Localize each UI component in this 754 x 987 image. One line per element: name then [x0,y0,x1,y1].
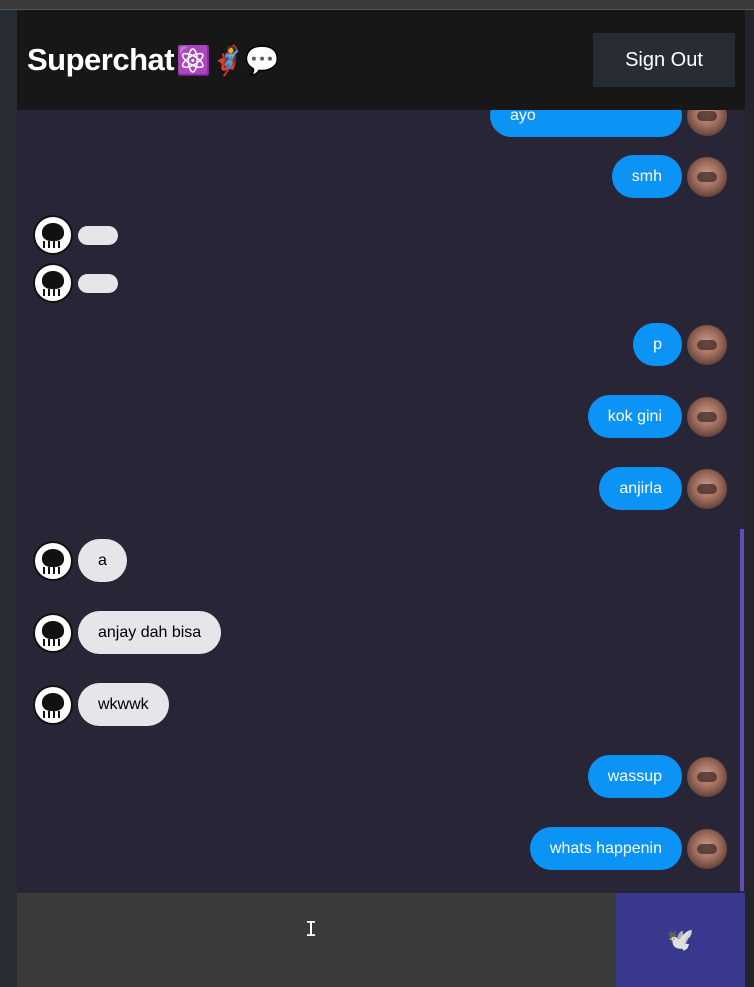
text-cursor-icon: I [305,917,318,941]
send-button[interactable]: 🕊️ [616,893,745,987]
app-title: Superchat ⚛️🦸💬 [27,42,280,78]
dove-icon: 🕊️ [666,927,695,952]
message-received [33,263,118,303]
app-header: Superchat ⚛️🦸💬 Sign Out [17,10,745,110]
skull-avatar-icon [33,612,73,653]
message-bubble: whats happenin [529,827,682,870]
user-avatar [687,156,727,197]
user-avatar [687,324,727,365]
user-avatar [687,468,727,509]
message-sent: anjirla [599,467,727,510]
message-received: wkwwk [33,683,169,726]
skull-avatar-icon [33,540,73,581]
message-received [33,215,118,255]
message-sent: kok gini [587,395,727,438]
message-bubble: smh [611,155,682,198]
message-bubble [78,225,118,245]
skull-avatar-icon [33,215,73,255]
message-bubble: ayo [490,110,682,137]
message-sent: p [633,323,727,366]
skull-avatar-icon [33,684,73,725]
right-gutter [745,10,754,987]
message-bubble [78,273,118,293]
message-bubble: wkwwk [78,683,169,726]
message-received: a [33,539,127,582]
message-bubble: p [633,323,682,366]
user-avatar [687,828,727,869]
message-sent: whats happenin [529,827,727,870]
browser-top-strip [0,0,754,10]
message-sent: wassup [587,755,727,798]
message-received: anjay dah bisa [33,611,222,654]
message-list[interactable]: ayo smh p kok gini anjirla a anjay dah b… [17,110,745,893]
message-bubble: a [78,539,127,582]
message-sent: smh [611,155,727,198]
message-bubble: anjirla [599,467,682,510]
message-form: I 🕊️ [17,893,745,987]
skull-avatar-icon [33,263,73,303]
message-bubble: anjay dah bisa [78,611,222,654]
app-title-text: Superchat [27,42,175,77]
sign-out-button[interactable]: Sign Out [593,33,735,87]
user-avatar [687,396,727,437]
user-avatar [687,756,727,797]
message-sent: ayo [490,110,727,137]
chat-app: Superchat ⚛️🦸💬 Sign Out ayo smh p kok gi… [17,10,745,987]
message-bubble: kok gini [587,395,682,438]
scrollbar-thumb[interactable] [740,529,744,891]
title-emoji-icons: ⚛️🦸💬 [176,44,280,76]
message-bubble: wassup [587,755,682,798]
user-avatar [687,110,727,136]
